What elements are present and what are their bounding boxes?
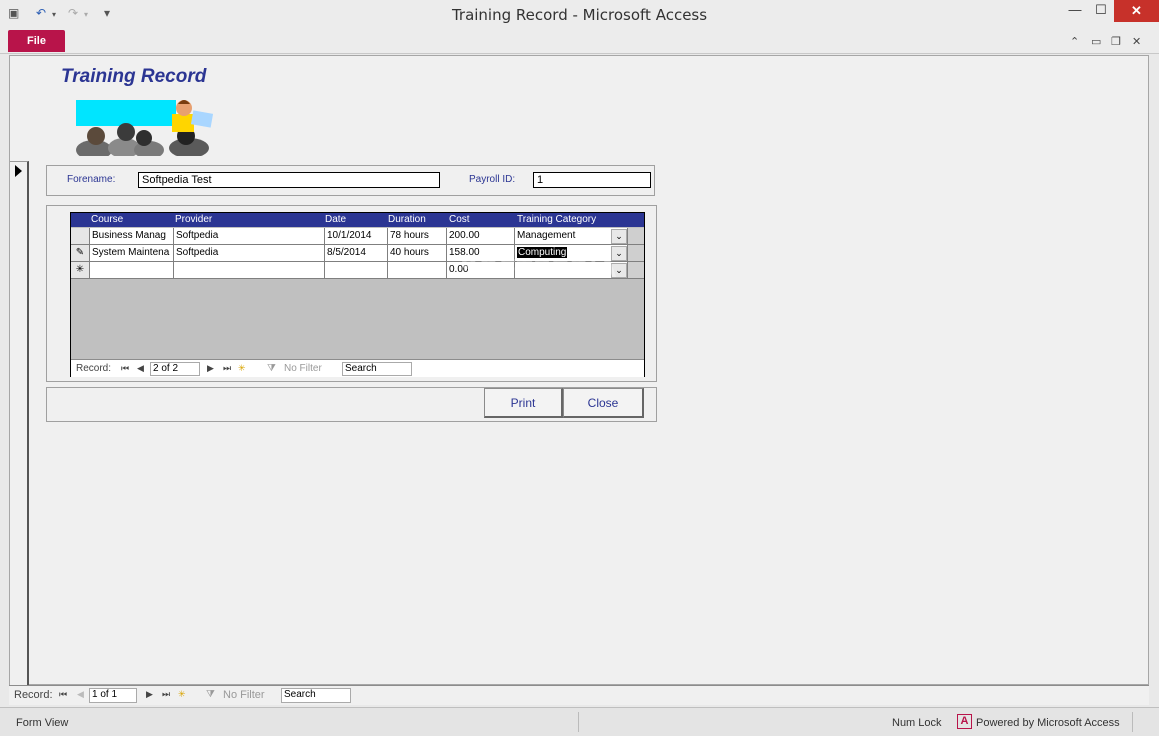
subform-navigation-bar: Record: ⏮ ◀ 2 of 2 ▶ ⏭ ✳ ⧩ No Filter Sea…: [71, 359, 644, 377]
maximize-icon[interactable]: ☐: [1088, 2, 1114, 24]
status-separator: [578, 712, 579, 732]
file-tab[interactable]: File: [8, 30, 65, 52]
main-next-record-icon[interactable]: ▶: [146, 689, 153, 700]
cell-course[interactable]: System Maintena: [90, 245, 174, 261]
subform-search-input[interactable]: Search: [342, 362, 412, 376]
column-header-course[interactable]: Course: [91, 213, 123, 227]
payroll-id-field[interactable]: 1: [533, 172, 651, 188]
doc-close-icon[interactable]: ✕: [1132, 35, 1141, 48]
cell-cost[interactable]: 200.00: [447, 228, 515, 244]
cell-duration[interactable]: 40 hours: [388, 245, 447, 261]
record-selector-bar[interactable]: [10, 161, 29, 685]
main-filter-icon[interactable]: ⧩: [206, 689, 215, 700]
main-record-label: Record:: [14, 689, 53, 701]
ribbon-collapse-icon[interactable]: ⌃: [1070, 35, 1079, 48]
status-bar: Form View Num Lock A Powered by Microsof…: [0, 707, 1159, 736]
cell-course[interactable]: Business Manag: [90, 228, 174, 244]
training-subform-grid: Course Provider Date Duration Cost Train…: [70, 212, 645, 377]
close-button[interactable]: Close: [563, 388, 644, 418]
forename-field[interactable]: Softpedia Test: [138, 172, 440, 188]
status-view-mode: Form View: [16, 717, 69, 729]
status-num-lock: Num Lock: [892, 717, 942, 729]
close-window-icon[interactable]: ✕: [1114, 0, 1159, 22]
watermark-text: SOFTPEDIA: [460, 253, 618, 283]
payroll-id-label: Payroll ID:: [469, 174, 516, 185]
main-prev-record-icon[interactable]: ◀: [77, 689, 84, 700]
access-logo-icon: A: [957, 714, 972, 729]
forename-label: Forename:: [67, 174, 116, 185]
row-selector[interactable]: [71, 228, 90, 244]
cell-duration[interactable]: [388, 262, 447, 278]
row-selector-editing[interactable]: ✎: [71, 245, 90, 261]
new-record-nav-icon[interactable]: ✳: [238, 363, 246, 374]
cell-date[interactable]: [325, 262, 388, 278]
prev-record-icon[interactable]: ◀: [137, 363, 144, 374]
form-area: Training Record Forename: Softpedia Test…: [9, 55, 1149, 685]
footer-panel: Print Close: [46, 387, 657, 422]
column-header-date[interactable]: Date: [325, 213, 346, 227]
header-panel: Forename: Softpedia Test Payroll ID: 1: [46, 165, 655, 196]
subform-no-filter[interactable]: No Filter: [284, 363, 322, 374]
main-search-input[interactable]: Search: [281, 688, 351, 703]
main-navigation-bar: Record: ⏮ ◀ 1 of 1 ▶ ⏭ ✳ ⧩ No Filter Sea…: [9, 685, 1149, 705]
column-header-cost[interactable]: Cost: [449, 213, 470, 227]
title-bar: ▣ ↶ ▾ ↷ ▾ ▾ Training Record - Microsoft …: [0, 0, 1159, 30]
main-first-record-icon[interactable]: ⏮: [59, 689, 67, 700]
print-button[interactable]: Print: [484, 388, 563, 418]
cell-date[interactable]: 10/1/2014: [325, 228, 388, 244]
row-end-cell: [628, 228, 644, 244]
current-record-arrow-icon: [15, 165, 22, 177]
column-header-provider[interactable]: Provider: [175, 213, 212, 227]
cell-provider[interactable]: [174, 262, 325, 278]
cell-duration[interactable]: 78 hours: [388, 228, 447, 244]
subform-record-position[interactable]: 2 of 2: [150, 362, 200, 376]
first-record-icon[interactable]: ⏮: [121, 363, 129, 374]
main-last-record-icon[interactable]: ⏭: [162, 689, 170, 700]
window-title: Training Record - Microsoft Access: [451, 6, 708, 24]
main-new-record-icon[interactable]: ✳: [178, 689, 186, 700]
doc-minimize-icon[interactable]: ▭: [1091, 35, 1101, 48]
cell-course[interactable]: [90, 262, 174, 278]
cell-provider[interactable]: Softpedia: [174, 228, 325, 244]
grid-header: Course Provider Date Duration Cost Train…: [71, 213, 644, 227]
filter-icon[interactable]: ⧩: [267, 363, 276, 374]
column-header-duration[interactable]: Duration: [388, 213, 426, 227]
doc-restore-icon[interactable]: ❐: [1111, 35, 1121, 48]
training-clipart-image: [76, 100, 214, 156]
column-header-category[interactable]: Training Category: [517, 213, 596, 227]
main-record-position[interactable]: 1 of 1: [89, 688, 137, 703]
chevron-down-icon[interactable]: ⌄: [611, 229, 627, 244]
subform-record-label: Record:: [76, 363, 112, 374]
ribbon-bar: File ⌃ ▭ ❐ ✕: [0, 30, 1159, 54]
form-title: Training Record: [61, 66, 207, 87]
status-powered-by: Powered by Microsoft Access: [976, 717, 1120, 729]
last-record-icon[interactable]: ⏭: [223, 363, 231, 374]
new-record-icon[interactable]: ✳: [71, 262, 90, 278]
next-record-icon[interactable]: ▶: [207, 363, 214, 374]
status-separator: [1132, 712, 1133, 732]
row-end-cell: [628, 245, 644, 261]
table-row[interactable]: Business Manag Softpedia 10/1/2014 78 ho…: [71, 228, 644, 245]
main-no-filter[interactable]: No Filter: [223, 689, 265, 701]
minimize-icon[interactable]: —: [1062, 2, 1088, 24]
row-end-cell: [628, 262, 644, 278]
cell-date[interactable]: 8/5/2014: [325, 245, 388, 261]
cell-provider[interactable]: Softpedia: [174, 245, 325, 261]
